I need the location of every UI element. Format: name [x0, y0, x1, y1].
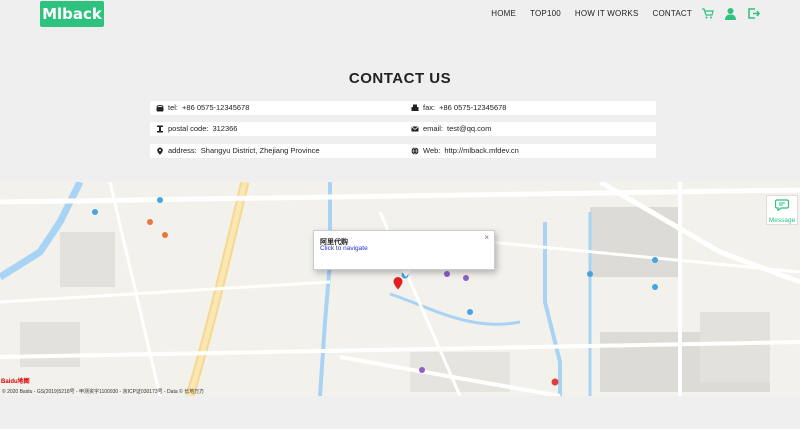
web-info: Web: http://mlback.mfdev.cn: [411, 146, 519, 155]
baidu-map[interactable]: [0, 182, 800, 396]
tel-info: tel: +86 0575-12345678: [156, 103, 249, 112]
message-label: Message: [768, 217, 796, 224]
email-info: email: test@qq.com: [411, 124, 491, 133]
nav-top100[interactable]: TOP100: [530, 9, 561, 18]
navigate-link[interactable]: Click to navigate: [320, 245, 368, 252]
fax-value: +86 0575-12345678: [439, 103, 507, 112]
address-value: Shangyu District, Zhejiang Province: [200, 146, 320, 155]
chat-icon: [774, 199, 790, 212]
main-nav: HOME TOP100 HOW IT WORKS CONTACT: [477, 9, 692, 18]
map-marker-icon: [393, 277, 403, 290]
address-label: address:: [168, 146, 197, 155]
web-label: Web:: [423, 146, 441, 155]
popup-tail: [400, 269, 412, 277]
nav-home[interactable]: HOME: [491, 9, 516, 18]
phone-icon: [156, 104, 164, 111]
location-pin-icon: [157, 147, 163, 155]
envelope-icon: [411, 125, 419, 131]
header-icons: [701, 7, 760, 20]
contact-row-3: address: Shangyu District, Zhejiang Prov…: [150, 144, 656, 158]
postal-label: postal code:: [168, 124, 209, 133]
page-title: CONTACT US: [348, 70, 452, 87]
globe-icon: [411, 146, 419, 155]
postal-icon: [157, 125, 163, 132]
postal-info: postal code: 312366: [156, 124, 237, 133]
email-value[interactable]: test@qq.com: [447, 124, 491, 133]
postal-value: 312366: [212, 124, 238, 133]
address-info: address: Shangyu District, Zhejiang Prov…: [156, 146, 320, 155]
tel-label: tel:: [168, 103, 179, 112]
contact-row-1: tel: +86 0575-12345678 fax: +86 0575-123…: [150, 101, 656, 115]
map-info-window: 阿里代购 Click to navigate ×: [313, 230, 495, 270]
nav-how-it-works[interactable]: HOW IT WORKS: [575, 9, 639, 18]
baidu-logo: Baidu地图: [1, 379, 30, 385]
map-copyright: © 2020 Baidu - GS(2019)5218号 - 甲测资字11009…: [2, 389, 205, 395]
message-button[interactable]: Message: [766, 195, 798, 225]
nav-contact[interactable]: CONTACT: [653, 9, 692, 18]
site-header: Mlback HOME TOP100 HOW IT WORKS CONTACT: [0, 0, 800, 28]
tel-value: +86 0575-12345678: [182, 103, 250, 112]
web-value[interactable]: http://mlback.mfdev.cn: [444, 146, 518, 155]
cart-icon[interactable]: [701, 7, 714, 20]
email-label: email:: [423, 124, 444, 133]
site-logo[interactable]: Mlback: [40, 1, 104, 27]
fax-icon: [411, 104, 419, 111]
fax-info: fax: +86 0575-12345678: [411, 103, 506, 112]
logout-icon[interactable]: [747, 7, 760, 20]
user-icon[interactable]: [724, 7, 737, 20]
fax-label: fax:: [423, 103, 436, 112]
popup-close-icon[interactable]: ×: [484, 233, 489, 242]
contact-row-2: postal code: 312366 email: test@qq.com: [150, 122, 656, 136]
map-canvas: [0, 182, 800, 396]
